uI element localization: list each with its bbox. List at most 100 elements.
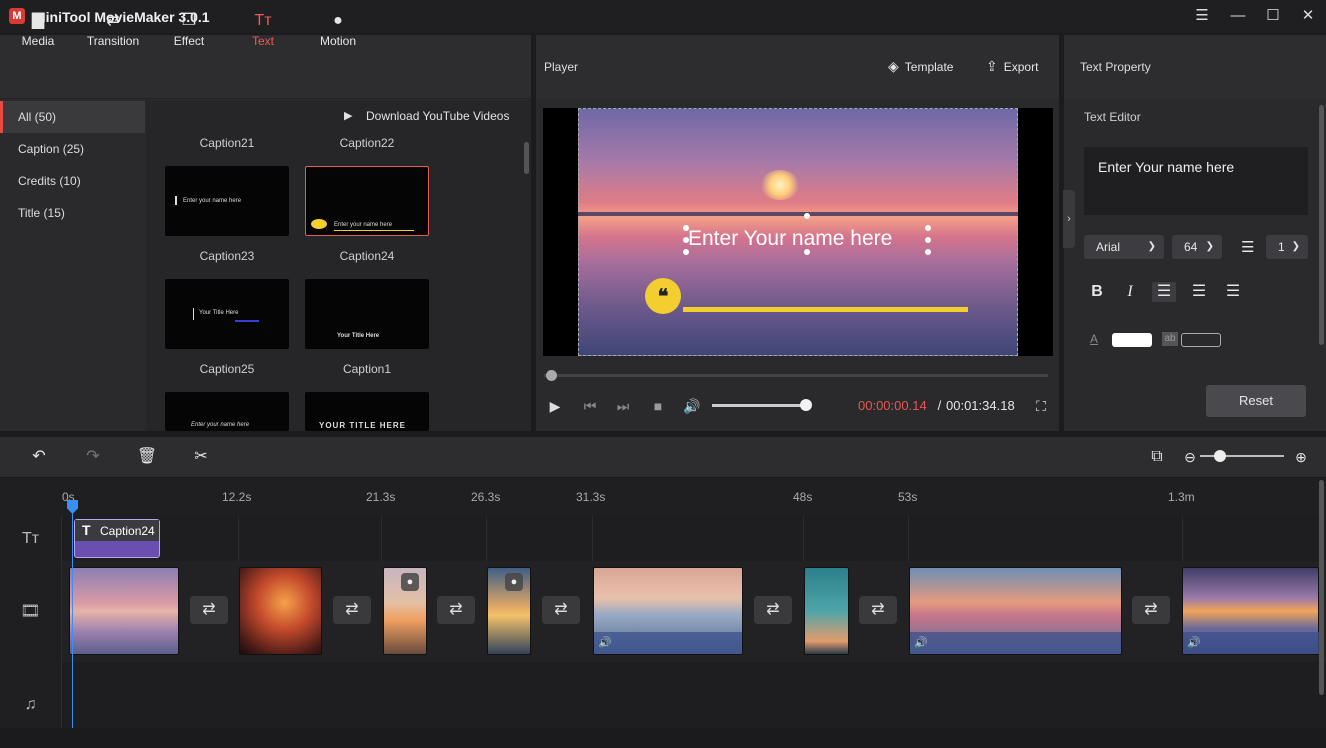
undo-icon[interactable]: ↶ [28,446,50,468]
horizon-line [578,212,1018,216]
caption-label: Caption21 [165,136,289,150]
playhead[interactable] [72,500,73,728]
text-icon: Tт [253,12,273,30]
line-spacing-select[interactable]: 1❯ [1266,235,1308,259]
ruler-tick: 31.3s [576,490,605,504]
fit-timeline-icon[interactable]: ⧉ [1146,446,1168,468]
transition-icon[interactable]: ⇄ [542,596,580,624]
italic-icon[interactable]: I [1118,282,1142,302]
download-youtube-link[interactable]: Download YouTube Videos [366,109,509,123]
resize-handle[interactable] [925,237,931,243]
grid-line [592,516,593,561]
playback-progress-knob[interactable] [546,370,557,381]
audio-track-icon: ♫ [0,662,62,728]
tab-transition[interactable]: ⇄ Transition [75,0,151,64]
resize-handle[interactable] [683,237,689,243]
font-family-select[interactable]: Arial❯ [1084,235,1164,259]
next-frame-icon[interactable]: ⏭ [613,396,633,416]
text-color-swatch[interactable] [1112,333,1152,347]
speaker-icon[interactable]: 🔊 [1187,636,1201,649]
video-clip[interactable] [239,567,322,655]
transition-icon[interactable]: ⇄ [859,596,897,624]
align-center-icon[interactable]: ☰ [1187,282,1211,302]
text-track[interactable] [62,516,1326,561]
caption-underline [683,307,968,312]
category-all[interactable]: All (50) [0,101,145,133]
volume-knob[interactable] [800,399,812,411]
tab-text[interactable]: Tт Text [225,0,301,64]
property-scrollbar[interactable] [1319,105,1324,345]
close-icon[interactable]: ✕ [1296,6,1320,26]
menu-icon[interactable]: ☰ [1190,6,1214,26]
maximize-icon[interactable]: ☐ [1261,6,1285,26]
underline-bar [235,320,259,322]
transition-icon[interactable]: ⇄ [333,596,371,624]
align-right-icon[interactable]: ☰ [1221,282,1245,302]
transition-icon[interactable]: ⇄ [437,596,475,624]
previous-frame-icon[interactable]: ⏮ [580,396,600,416]
zoom-slider[interactable] [1200,455,1284,457]
collapse-panel-icon[interactable]: › [1063,190,1075,248]
minimize-icon[interactable]: — [1226,6,1250,26]
caption-thumb[interactable]: YOUR TITLE HERE [305,392,429,431]
time-separator: / [934,398,945,413]
timeline-scrollbar[interactable] [1319,480,1324,695]
text-editor-input[interactable]: Enter Your name here [1084,147,1308,215]
reset-button[interactable]: Reset [1206,385,1306,417]
tab-motion[interactable]: ● Motion [300,0,376,64]
transition-icon[interactable]: ⇄ [190,596,228,624]
stop-icon[interactable]: ■ [648,396,668,416]
caption-thumb[interactable]: Enter your name here [165,166,289,236]
volume-icon[interactable]: 🔊 [682,396,702,416]
font-size-select[interactable]: 64❯ [1172,235,1222,259]
speaker-icon[interactable]: 🔊 [914,636,928,649]
grid-line [486,516,487,561]
speaker-icon[interactable]: 🔊 [598,636,612,649]
volume-slider[interactable] [712,404,806,407]
category-title[interactable]: Title (15) [0,197,145,229]
chevron-down-icon: ❯ [1206,235,1214,259]
video-clip[interactable] [69,567,179,655]
background-color-swatch[interactable] [1181,333,1221,347]
tab-media[interactable]: ▇ Media [0,0,76,64]
resize-handle[interactable] [804,249,810,255]
fullscreen-icon[interactable]: ⛶ [1031,396,1051,416]
caption-thumb[interactable]: Your Title Here [305,279,429,349]
split-icon[interactable]: ✂ [190,446,212,468]
align-left-icon[interactable]: ☰ [1152,282,1176,302]
resize-handle[interactable] [925,225,931,231]
quote-icon [311,219,327,229]
category-credits[interactable]: Credits (10) [0,165,145,197]
resize-handle[interactable] [925,249,931,255]
library-scrollbar[interactable] [524,142,529,174]
play-icon[interactable]: ▶ [545,396,565,416]
youtube-icon: ▶ [344,109,360,123]
time-ruler[interactable] [0,478,1326,516]
zoom-knob[interactable] [1214,450,1226,462]
template-button[interactable]: ◈Template [888,58,953,75]
resize-handle[interactable] [804,213,810,219]
caption-thumb[interactable]: Enter your name here [165,392,289,431]
export-button[interactable]: ⇪Export [986,58,1038,75]
caption-overlay-text[interactable]: Enter Your name here [688,227,892,251]
resize-handle[interactable] [683,249,689,255]
video-clip[interactable] [804,567,849,655]
grid-line [1182,516,1183,561]
bold-icon[interactable]: B [1085,282,1109,302]
audio-track[interactable] [62,662,1326,728]
zoom-out-icon[interactable]: ⊖ [1179,446,1201,468]
redo-icon[interactable]: ↷ [82,446,104,468]
line-spacing-icon: ☰ [1241,238,1254,256]
resize-handle[interactable] [683,225,689,231]
playback-progress-bar[interactable] [544,374,1048,377]
transition-icon[interactable]: ⇄ [754,596,792,624]
ruler-tick: 1.3m [1168,490,1195,504]
folder-icon: ▇ [28,12,48,30]
caption-thumb[interactable]: Your Title Here [165,279,289,349]
tab-effect[interactable]: ❐ Effect [151,0,227,64]
transition-icon[interactable]: ⇄ [1132,596,1170,624]
caption-thumb-selected[interactable]: Enter your name here [305,166,429,236]
zoom-in-icon[interactable]: ⊕ [1290,446,1312,468]
category-caption[interactable]: Caption (25) [0,133,145,165]
delete-icon[interactable]: 🗑 [136,446,158,468]
